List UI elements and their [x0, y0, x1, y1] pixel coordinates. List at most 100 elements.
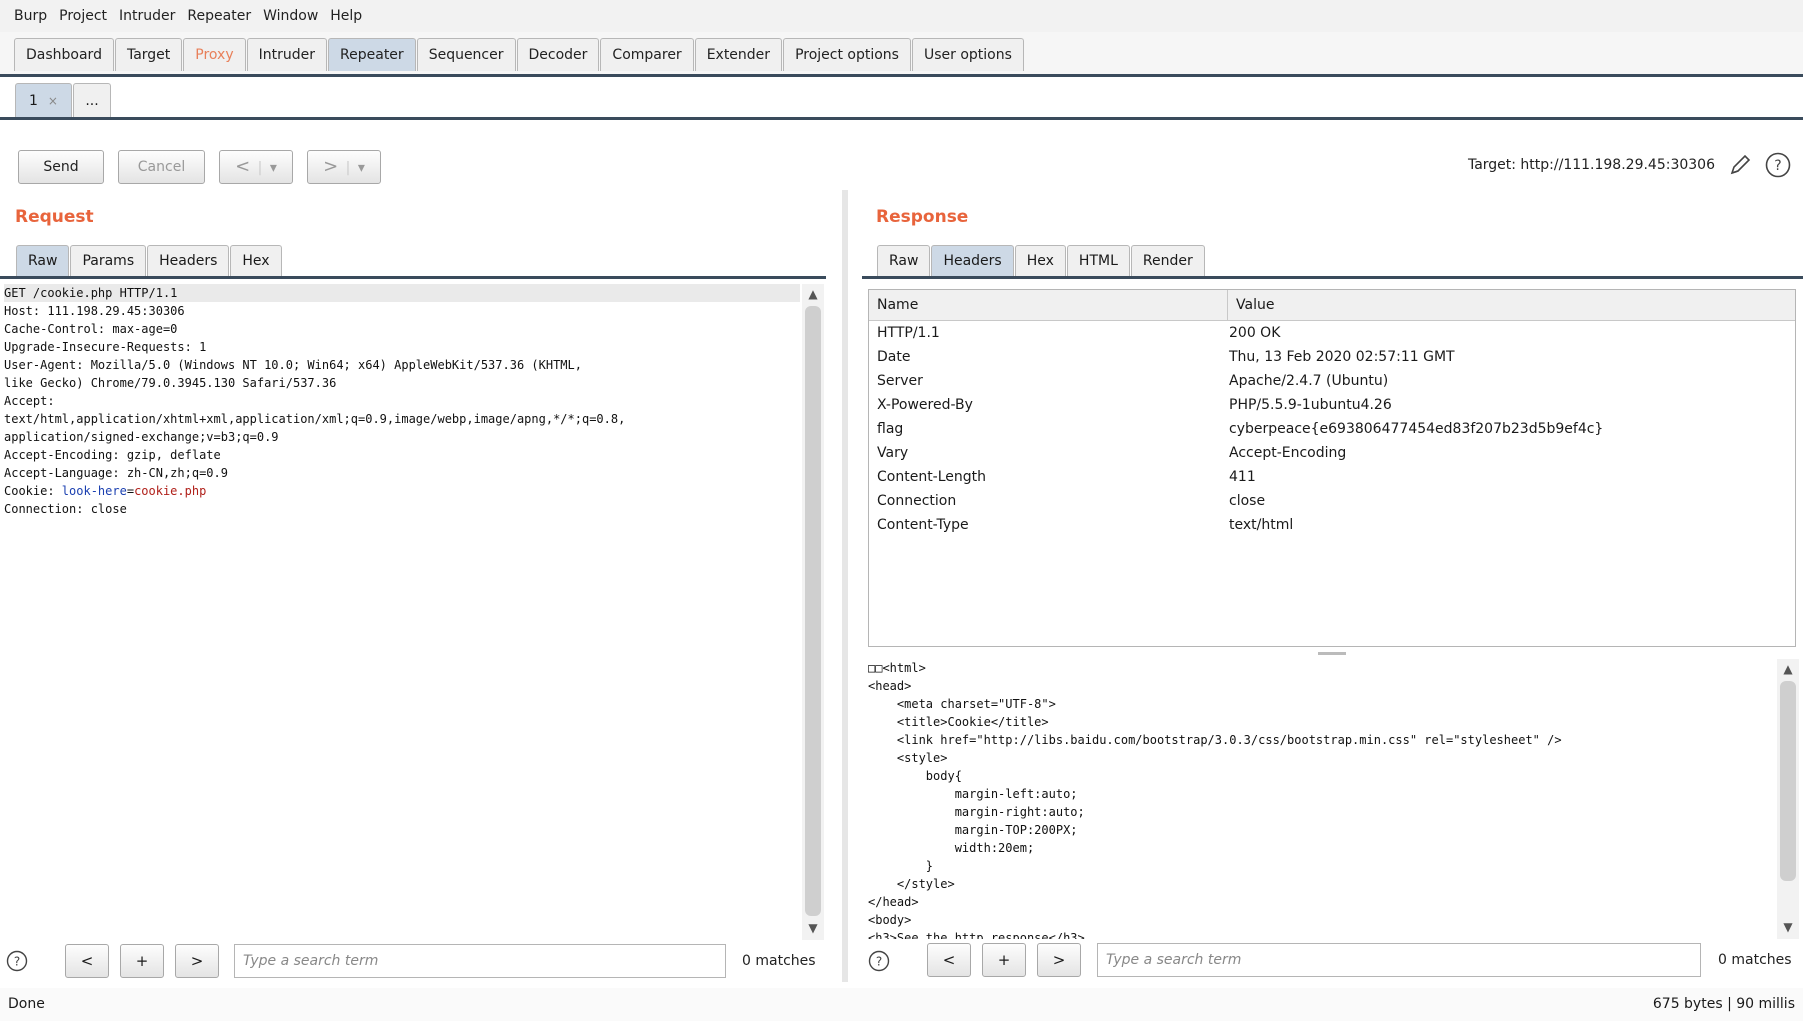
menu-burp[interactable]: Burp [8, 0, 53, 32]
tab-project-options[interactable]: Project options [783, 38, 911, 71]
table-row[interactable]: Connection close [869, 489, 1795, 513]
cancel-button[interactable]: Cancel [118, 150, 205, 184]
help-icon[interactable]: ? [868, 950, 890, 972]
response-tab-hex[interactable]: Hex [1014, 245, 1066, 276]
forward-dropdown-icon[interactable]: ▾ [358, 160, 365, 176]
body-line: □□<html> [868, 661, 926, 675]
pencil-icon[interactable] [1727, 152, 1753, 178]
response-tab-headers[interactable]: Headers [931, 245, 1014, 276]
column-header-name[interactable]: Name [869, 290, 1228, 320]
cookie-prefix: Cookie: [4, 484, 62, 498]
request-line: Upgrade-Insecure-Requests: 1 [4, 340, 207, 354]
table-row[interactable]: Content-Type text/html [869, 513, 1795, 537]
header-name: flag [877, 421, 904, 437]
menu-window[interactable]: Window [257, 0, 324, 32]
request-tab-params[interactable]: Params [70, 245, 147, 276]
header-value: 411 [1229, 469, 1256, 485]
next-match-button[interactable]: > [175, 944, 219, 978]
table-row[interactable]: Content-Length 411 [869, 465, 1795, 489]
help-icon[interactable]: ? [1765, 152, 1791, 178]
tab-sequencer[interactable]: Sequencer [416, 38, 516, 71]
scroll-down-icon[interactable]: ▼ [805, 920, 821, 936]
header-value: text/html [1229, 517, 1294, 533]
body-line: <title>Cookie</title> [868, 715, 1049, 729]
table-row[interactable]: Vary Accept-Encoding [869, 441, 1795, 465]
svg-text:?: ? [876, 955, 882, 969]
response-tab-underline [862, 276, 1803, 279]
back-button[interactable]: < | ▾ [219, 150, 293, 184]
response-tab-html[interactable]: HTML [1066, 245, 1130, 276]
repeater-tab-1[interactable]: 1 × [15, 83, 72, 117]
tab-user-options[interactable]: User options [911, 38, 1024, 71]
body-line: margin-TOP:200PX; [868, 823, 1078, 837]
header-value: 200 OK [1229, 325, 1281, 341]
tab-target[interactable]: Target [114, 38, 183, 71]
scroll-thumb[interactable] [805, 306, 821, 916]
main-tab-bar: Dashboard Target Proxy Intruder Repeater… [0, 32, 1803, 77]
body-line: body{ [868, 769, 962, 783]
back-dropdown-icon[interactable]: ▾ [270, 160, 277, 176]
response-match-count: 0 matches [1718, 952, 1792, 968]
next-match-button[interactable]: > [1037, 943, 1081, 977]
close-icon[interactable]: × [48, 94, 58, 108]
scroll-thumb[interactable] [1780, 681, 1796, 881]
menu-repeater[interactable]: Repeater [181, 0, 257, 32]
response-view-tabs: Raw Headers Hex HTML Render [877, 245, 1206, 276]
request-scrollbar[interactable]: ▲ ▼ [802, 284, 824, 940]
table-row[interactable]: X-Powered-By PHP/5.5.9-1ubuntu4.26 [869, 393, 1795, 417]
search-options-button[interactable]: + [120, 944, 164, 978]
response-tab-render[interactable]: Render [1130, 245, 1205, 276]
previous-match-button[interactable]: < [65, 944, 109, 978]
new-tab-button[interactable]: ... [73, 83, 111, 117]
response-search-input[interactable]: Type a search term [1097, 943, 1701, 977]
menu-intruder[interactable]: Intruder [113, 0, 181, 32]
menu-project[interactable]: Project [53, 0, 113, 32]
header-name: Server [877, 373, 923, 389]
table-row[interactable]: Server Apache/2.4.7 (Ubuntu) [869, 369, 1795, 393]
tab-extender[interactable]: Extender [694, 38, 783, 71]
request-tab-raw[interactable]: Raw [16, 245, 70, 276]
response-body-editor[interactable]: □□<html> <head> <meta charset="UTF-8"> <… [868, 659, 1774, 939]
status-text: Done [8, 996, 45, 1012]
column-header-value[interactable]: Value [1228, 290, 1274, 320]
body-line: <head> [868, 679, 912, 693]
tab-repeater[interactable]: Repeater [328, 38, 416, 71]
tab-proxy[interactable]: Proxy [183, 38, 246, 71]
menu-help[interactable]: Help [324, 0, 368, 32]
forward-arrow-icon: > [323, 156, 339, 177]
table-row[interactable]: HTTP/1.1 200 OK [869, 321, 1795, 345]
request-editor[interactable]: GET /cookie.php HTTP/1.1 Host: 111.198.2… [4, 284, 800, 940]
send-button[interactable]: Send [18, 150, 104, 184]
request-tab-headers[interactable]: Headers [147, 245, 230, 276]
request-line: Connection: close [4, 502, 127, 516]
request-line: Accept-Encoding: gzip, deflate [4, 448, 221, 462]
request-line: like Gecko) Chrome/79.0.3945.130 Safari/… [4, 376, 337, 390]
header-value: close [1229, 493, 1266, 509]
tab-comparer[interactable]: Comparer [600, 38, 694, 71]
tab-decoder[interactable]: Decoder [516, 38, 600, 71]
previous-match-button[interactable]: < [927, 943, 971, 977]
request-line: application/signed-exchange;v=b3;q=0.9 [4, 430, 279, 444]
forward-button[interactable]: > | ▾ [307, 150, 381, 184]
splitter-grip[interactable] [1318, 652, 1346, 655]
request-search-input[interactable]: Type a search term [234, 944, 726, 978]
response-scrollbar[interactable]: ▲ ▼ [1777, 659, 1799, 939]
response-headers-table: Name Value HTTP/1.1 200 OK Date Thu, 13 Fe… [868, 289, 1796, 647]
table-row[interactable]: flag cyberpeace{e693806477454ed83f207b23d… [869, 417, 1795, 441]
scroll-up-icon[interactable]: ▲ [805, 286, 821, 302]
scroll-up-icon[interactable]: ▲ [1780, 661, 1796, 677]
svg-text:?: ? [14, 955, 20, 969]
tab-dashboard[interactable]: Dashboard [14, 38, 114, 71]
search-options-button[interactable]: + [982, 943, 1026, 977]
split-pane-divider[interactable] [842, 190, 848, 982]
table-row[interactable]: Date Thu, 13 Feb 2020 02:57:11 GMT [869, 345, 1795, 369]
header-name: Vary [877, 445, 909, 461]
header-value: Accept-Encoding [1229, 445, 1347, 461]
scroll-down-icon[interactable]: ▼ [1780, 919, 1796, 935]
request-tab-hex[interactable]: Hex [230, 245, 282, 276]
body-line: width:20em; [868, 841, 1035, 855]
help-icon[interactable]: ? [6, 950, 28, 972]
body-line: <meta charset="UTF-8"> [868, 697, 1056, 711]
tab-intruder[interactable]: Intruder [246, 38, 328, 71]
response-tab-raw[interactable]: Raw [877, 245, 931, 276]
